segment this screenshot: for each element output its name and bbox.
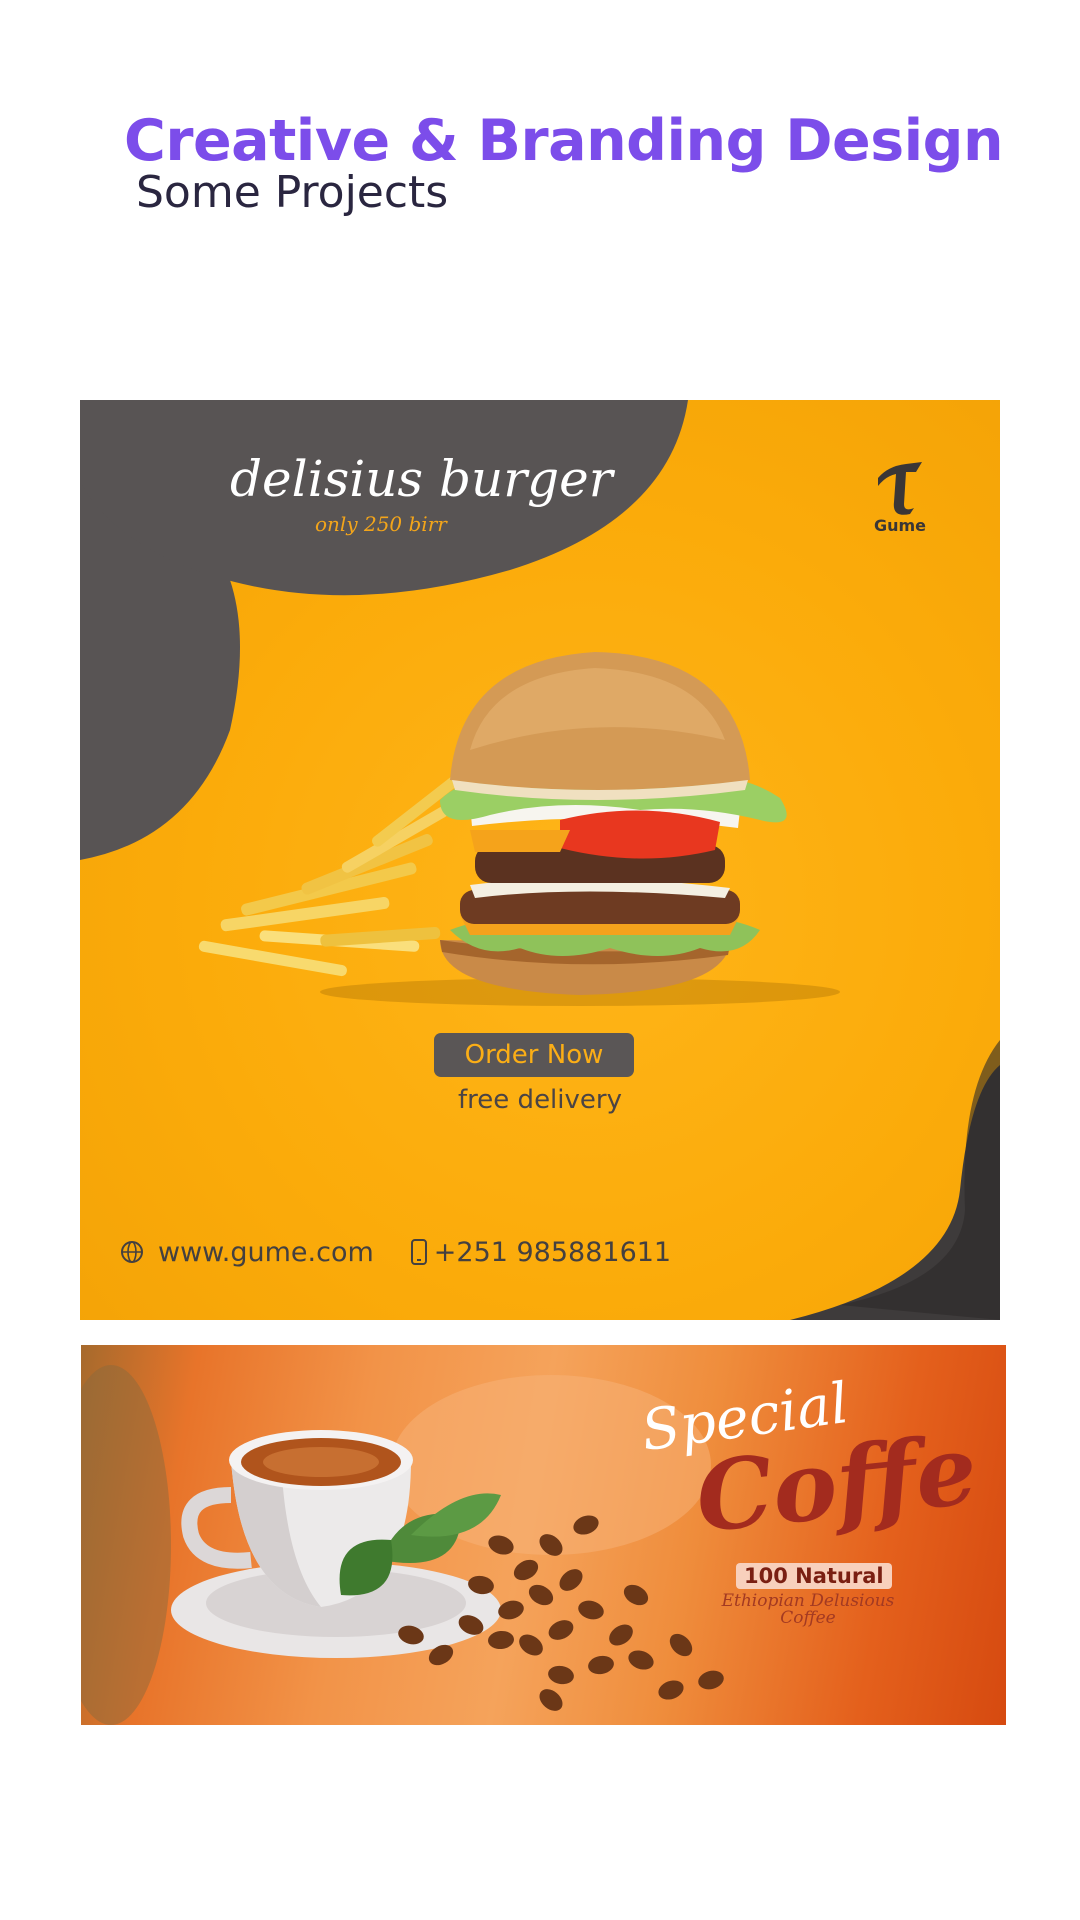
brand-logo: Gume (860, 458, 940, 535)
page-subtitle: Some Projects (136, 167, 449, 218)
burger-price: only 250 birr (315, 512, 447, 536)
website-link[interactable]: www.gume.com (158, 1237, 374, 1268)
fries-icon (198, 774, 462, 977)
burger-poster: delisius burger only 250 birr Gume Order… (80, 400, 1000, 1320)
origin-line-2: Coffee (780, 1608, 836, 1628)
burger-and-fries-image (198, 652, 840, 1006)
brand-name: Gume (873, 516, 927, 535)
phone-icon (410, 1239, 428, 1265)
gume-logo-icon (878, 462, 922, 515)
origin-text: Ethiopian Delusious Coffee (693, 1593, 923, 1627)
free-delivery-text: free delivery (458, 1085, 622, 1115)
burger-headline: delisius burger (230, 450, 613, 508)
coffee-banner: Special Coffe 100 Natural Ethiopian Delu… (81, 1345, 1006, 1725)
contact-row: www.gume.com +251 985881611 (120, 1232, 671, 1272)
page-title: Creative & Branding Design (124, 108, 1004, 174)
phone-number[interactable]: +251 985881611 (434, 1237, 671, 1268)
order-now-button[interactable]: Order Now (434, 1033, 634, 1077)
natural-badge: 100 Natural (736, 1563, 892, 1589)
globe-icon (120, 1240, 144, 1264)
